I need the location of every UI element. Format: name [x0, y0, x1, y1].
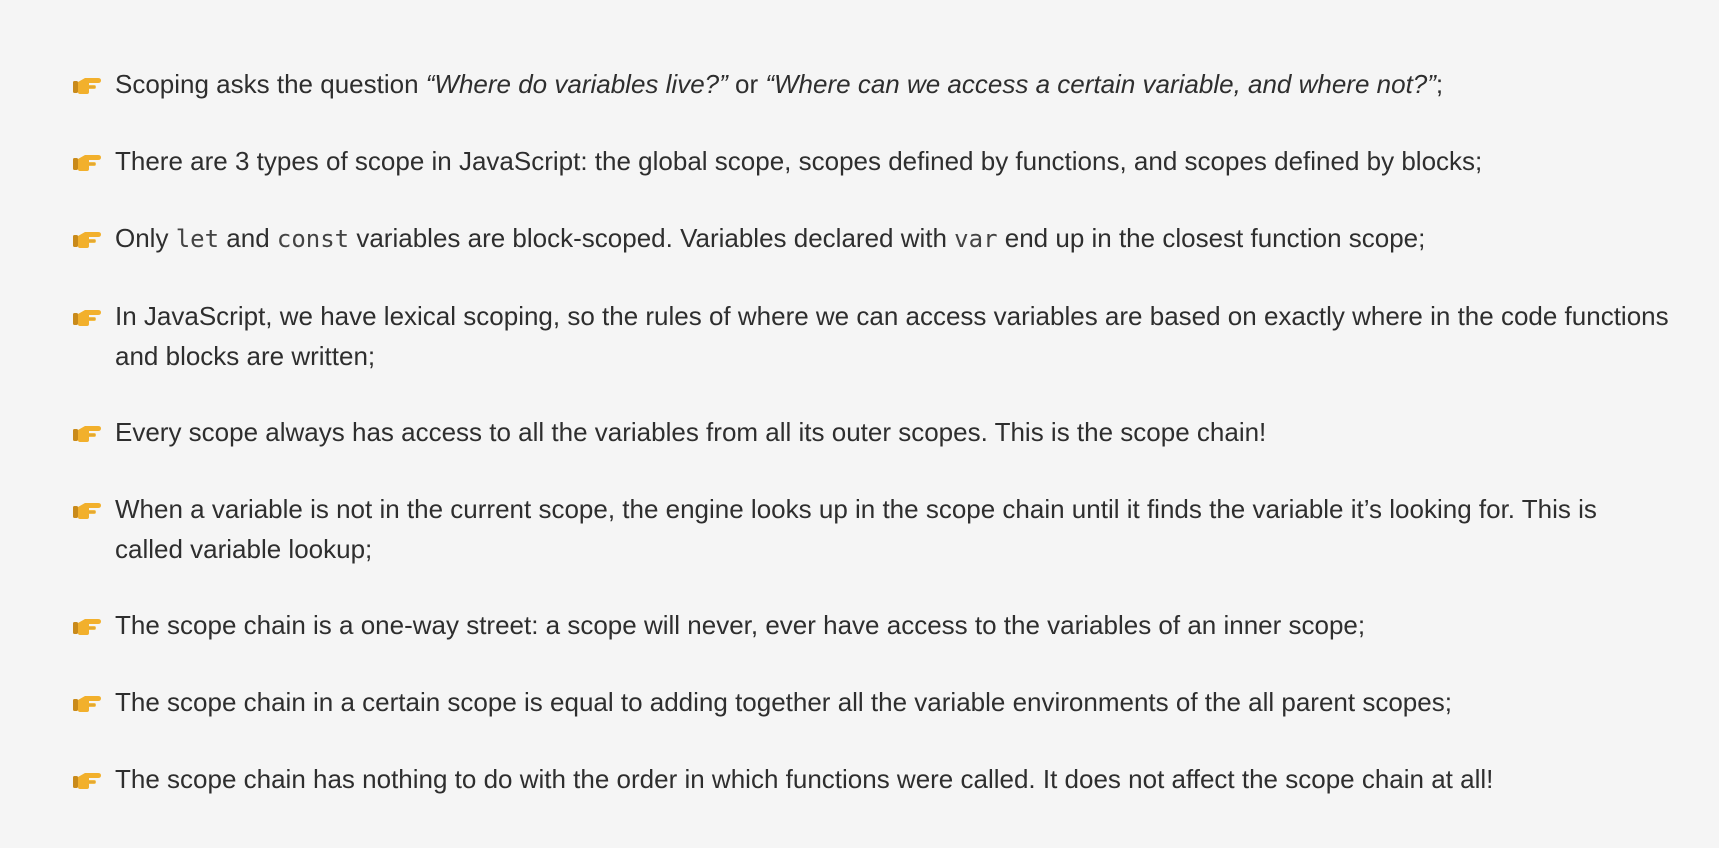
code-var: var: [954, 225, 998, 253]
list-item: When a variable is not in the current sc…: [72, 489, 1672, 569]
scope-summary-list: Scoping asks the question “Where do vari…: [72, 64, 1672, 836]
pointing-hand-icon: [72, 489, 102, 529]
pointing-hand-icon: [72, 296, 102, 336]
code-let: let: [175, 225, 220, 253]
bullet-text: The scope chain is a one-way street: a s…: [115, 610, 1366, 640]
pointing-hand-icon: [72, 218, 102, 258]
list-item: The scope chain has nothing to do with t…: [72, 759, 1672, 799]
list-item: In JavaScript, we have lexical scoping, …: [72, 296, 1672, 376]
pointing-hand-icon: [72, 605, 102, 645]
list-item: Scoping asks the question “Where do vari…: [72, 64, 1672, 104]
pointing-hand-icon: [72, 412, 102, 452]
bullet-text: Every scope always has access to all the…: [115, 417, 1267, 447]
bullet-text: In JavaScript, we have lexical scoping, …: [115, 301, 1669, 371]
list-item: Only let and const variables are block-s…: [72, 218, 1672, 259]
bullet-text: There are 3 types of scope in JavaScript…: [115, 146, 1483, 176]
bullet-text: Scoping asks the question “Where do vari…: [115, 69, 1444, 99]
bullet-text: The scope chain in a certain scope is eq…: [115, 687, 1452, 717]
bullet-text: Only let and const variables are block-s…: [115, 223, 1426, 253]
pointing-hand-icon: [72, 141, 102, 181]
bullet-text: The scope chain has nothing to do with t…: [115, 764, 1494, 794]
list-item: There are 3 types of scope in JavaScript…: [72, 141, 1672, 181]
code-const: const: [276, 225, 350, 253]
pointing-hand-icon: [72, 682, 102, 722]
list-item: The scope chain is a one-way street: a s…: [72, 605, 1672, 645]
pointing-hand-icon: [72, 759, 102, 799]
pointing-hand-icon: [72, 64, 102, 104]
list-item: The scope chain in a certain scope is eq…: [72, 682, 1672, 722]
bullet-text: When a variable is not in the current sc…: [115, 494, 1597, 564]
list-item: Every scope always has access to all the…: [72, 412, 1672, 452]
